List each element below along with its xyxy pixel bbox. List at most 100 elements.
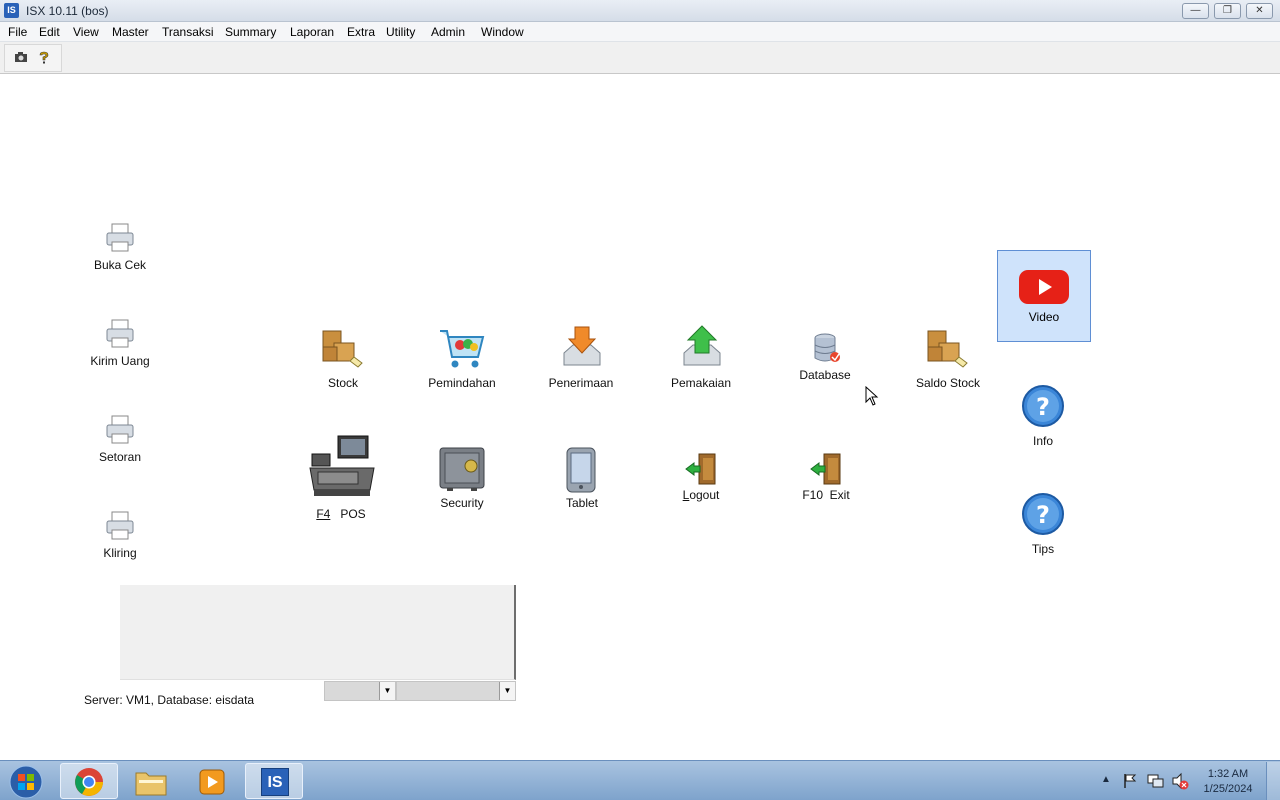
menu-extra[interactable]: Extra xyxy=(347,25,375,39)
chevron-down-icon[interactable]: ▼ xyxy=(499,682,515,700)
help-key-icon[interactable] xyxy=(38,51,50,68)
close-button[interactable]: ✕ xyxy=(1246,3,1273,19)
database-icon xyxy=(814,333,840,362)
menu-file[interactable]: File xyxy=(8,25,27,39)
camera-icon[interactable] xyxy=(14,51,28,66)
windows-start-icon xyxy=(9,765,43,799)
menu-laporan[interactable]: Laporan xyxy=(290,25,334,39)
minimize-button[interactable]: — xyxy=(1182,3,1209,19)
combo-box-1[interactable]: ▼ xyxy=(324,681,396,701)
taskbar-explorer[interactable] xyxy=(122,763,180,799)
door-exit-icon xyxy=(685,453,716,485)
window-title: ISX 10.11 (bos) xyxy=(26,4,109,18)
pos-shortcut[interactable]: F4 POS xyxy=(306,434,376,522)
tips-label: Tips xyxy=(1031,542,1055,556)
youtube-icon xyxy=(1019,270,1069,304)
kirim-uang-label: Kirim Uang xyxy=(90,354,150,368)
cash-register-icon xyxy=(309,435,375,496)
door-exit-icon xyxy=(810,453,841,485)
printer-icon xyxy=(106,319,134,348)
info-shortcut[interactable]: ? Info xyxy=(1012,384,1074,450)
exit-label: F10 Exit xyxy=(794,488,858,502)
folder-icon xyxy=(135,772,167,796)
menu-summary[interactable]: Summary xyxy=(225,25,276,39)
pemakaian-shortcut[interactable]: Pemakaian xyxy=(661,325,741,391)
exit-text: Exit xyxy=(829,488,850,502)
saldo-stock-shortcut[interactable]: Saldo Stock xyxy=(910,325,986,391)
tips-shortcut[interactable]: ? Tips xyxy=(1012,492,1074,558)
tablet-icon xyxy=(566,447,596,493)
database-label: Database xyxy=(799,368,851,382)
penerimaan-shortcut[interactable]: Penerimaan xyxy=(541,325,621,391)
inbox-upload-icon xyxy=(683,325,721,366)
buka-cek-shortcut[interactable]: Buka Cek xyxy=(85,222,155,274)
menu-master[interactable]: Master xyxy=(112,25,149,39)
chrome-icon xyxy=(75,768,103,796)
printer-icon xyxy=(106,511,134,540)
video-label: Video xyxy=(1028,310,1060,324)
start-button[interactable] xyxy=(2,763,54,799)
setoran-label: Setoran xyxy=(98,450,142,464)
shopping-cart-icon xyxy=(440,330,485,368)
title-bar: IS ISX 10.11 (bos) — ❐ ✕ xyxy=(0,0,1280,22)
network-icon[interactable] xyxy=(1147,773,1165,789)
security-label: Security xyxy=(440,496,484,510)
penerimaan-label: Penerimaan xyxy=(548,376,614,390)
video-shortcut[interactable]: Video xyxy=(997,250,1091,342)
menu-window[interactable]: Window xyxy=(481,25,524,39)
volume-muted-icon[interactable] xyxy=(1171,772,1189,790)
pos-key: F4 xyxy=(316,507,331,521)
saldo-stock-label: Saldo Stock xyxy=(915,376,981,390)
tablet-shortcut[interactable]: Tablet xyxy=(550,446,614,512)
pemindahan-label: Pemindahan xyxy=(428,376,496,390)
media-player-icon xyxy=(199,769,225,795)
info-label: Info xyxy=(1032,434,1053,448)
menu-utility[interactable]: Utility xyxy=(386,25,415,39)
chevron-down-icon[interactable]: ▼ xyxy=(379,682,395,700)
kliring-label: Kliring xyxy=(103,546,137,560)
app-icon: IS xyxy=(4,3,19,18)
combo-box-2[interactable]: ▼ xyxy=(396,681,516,701)
server-status: Server: VM1, Database: eisdata xyxy=(84,693,255,707)
menu-edit[interactable]: Edit xyxy=(39,25,60,39)
mouse-cursor-icon xyxy=(865,386,879,406)
tablet-label: Tablet xyxy=(565,496,599,510)
show-desktop-button[interactable] xyxy=(1266,762,1280,800)
menu-bar: File Edit View Master Transaksi Summary … xyxy=(0,22,1280,42)
database-shortcut[interactable]: Database xyxy=(790,333,860,385)
security-shortcut[interactable]: Security xyxy=(428,446,496,512)
inbox-download-icon xyxy=(563,326,601,366)
stock-shortcut[interactable]: Stock xyxy=(308,325,378,391)
menu-transaksi[interactable]: Transaksi xyxy=(162,25,214,39)
help-question-icon: ? xyxy=(1022,493,1064,535)
taskbar-media-player[interactable] xyxy=(183,763,241,799)
printer-icon xyxy=(106,223,134,252)
exit-key: F10 xyxy=(802,488,823,502)
pemindahan-shortcut[interactable]: Pemindahan xyxy=(422,325,502,391)
pos-label: F4 POS xyxy=(306,507,376,521)
menu-view[interactable]: View xyxy=(73,25,99,39)
restore-button[interactable]: ❐ xyxy=(1214,3,1241,19)
clock-time: 1:32 AM xyxy=(1207,768,1249,780)
logout-shortcut[interactable]: Logout xyxy=(670,452,732,504)
taskbar-isx[interactable]: IS xyxy=(245,763,303,799)
kliring-shortcut[interactable]: Kliring xyxy=(85,510,155,562)
clock[interactable]: 1:32 AM 1/25/2024 xyxy=(1196,767,1260,797)
taskbar-chrome[interactable] xyxy=(60,763,118,799)
boxes-icon xyxy=(927,330,968,368)
toolbar-group xyxy=(4,44,62,72)
action-center-flag-icon[interactable] xyxy=(1123,773,1137,789)
menu-admin[interactable]: Admin xyxy=(431,25,465,39)
svg-text:?: ? xyxy=(1036,501,1050,529)
exit-shortcut[interactable]: F10 Exit xyxy=(794,452,858,504)
safe-icon xyxy=(439,447,485,491)
isx-app-icon: IS xyxy=(261,768,289,796)
kirim-uang-shortcut[interactable]: Kirim Uang xyxy=(85,318,155,370)
setoran-shortcut[interactable]: Setoran xyxy=(85,414,155,466)
logout-label: Logout xyxy=(682,488,720,502)
svg-text:?: ? xyxy=(1036,393,1050,421)
show-hidden-icons-icon[interactable]: ▲ xyxy=(1101,774,1111,785)
clock-date: 1/25/2024 xyxy=(1203,783,1253,795)
help-question-icon: ? xyxy=(1022,385,1064,427)
info-panel xyxy=(120,585,516,680)
